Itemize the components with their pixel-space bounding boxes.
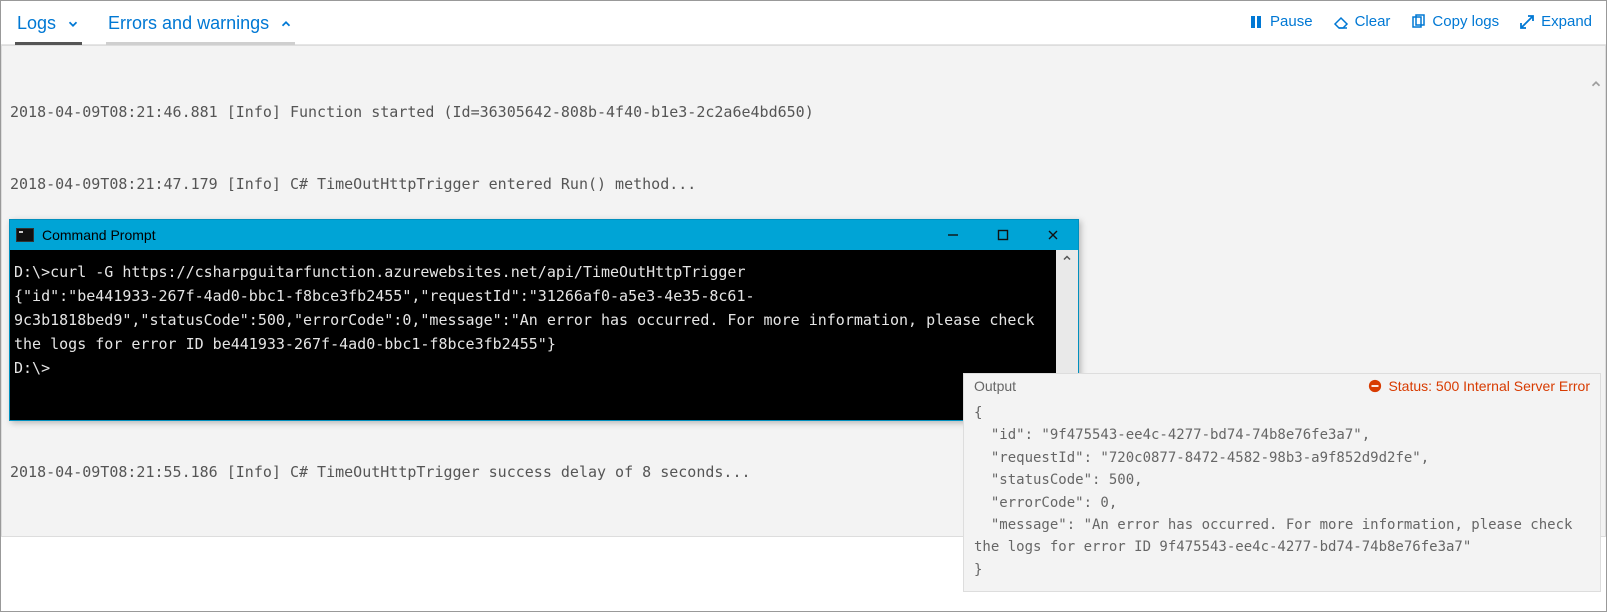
chevron-up-icon bbox=[279, 17, 293, 31]
copy-logs-button[interactable]: Copy logs bbox=[1410, 13, 1499, 30]
output-header: Output Status: 500 Internal Server Error bbox=[964, 374, 1600, 398]
command-prompt-title: Command Prompt bbox=[42, 227, 156, 243]
command-prompt-output[interactable]: D:\>curl -G https://csharpguitarfunction… bbox=[10, 250, 1056, 420]
clear-icon bbox=[1333, 14, 1349, 30]
tab-list: Logs Errors and warnings bbox=[15, 7, 295, 44]
tab-errors-warnings[interactable]: Errors and warnings bbox=[106, 7, 295, 44]
command-prompt-titlebar[interactable]: Command Prompt bbox=[10, 220, 1078, 250]
window-controls bbox=[928, 220, 1078, 250]
status-badge: Status: 500 Internal Server Error bbox=[1368, 378, 1590, 394]
output-body: { "id": "9f475543-ee4c-4277-bd74-74b8e76… bbox=[964, 398, 1600, 591]
status-text: Status: 500 Internal Server Error bbox=[1388, 378, 1590, 394]
output-label: Output bbox=[974, 378, 1016, 394]
tab-errors-label: Errors and warnings bbox=[108, 13, 269, 34]
expand-icon bbox=[1519, 14, 1535, 30]
pause-label: Pause bbox=[1270, 13, 1313, 30]
close-button[interactable] bbox=[1028, 220, 1078, 250]
titlebar-left: Command Prompt bbox=[16, 227, 156, 243]
minimize-button[interactable] bbox=[928, 220, 978, 250]
tab-bar: Logs Errors and warnings Pause Clear Cop… bbox=[1, 1, 1606, 45]
chevron-down-icon bbox=[66, 17, 80, 31]
command-prompt-window: Command Prompt D:\>curl -G https://cshar… bbox=[9, 219, 1079, 421]
command-prompt-body: D:\>curl -G https://csharpguitarfunction… bbox=[10, 250, 1078, 420]
error-icon bbox=[1368, 379, 1382, 393]
log-line: 2018-04-09T08:21:47.179 [Info] C# TimeOu… bbox=[10, 172, 1597, 196]
tab-logs-label: Logs bbox=[17, 13, 56, 34]
copy-icon bbox=[1410, 14, 1426, 30]
clear-label: Clear bbox=[1355, 13, 1391, 30]
log-actions: Pause Clear Copy logs Expand bbox=[1248, 13, 1592, 38]
command-prompt-icon bbox=[16, 228, 34, 242]
pause-button[interactable]: Pause bbox=[1248, 13, 1313, 30]
expand-button[interactable]: Expand bbox=[1519, 13, 1592, 30]
pause-icon bbox=[1248, 14, 1264, 30]
scroll-up-icon[interactable] bbox=[1553, 50, 1603, 122]
tab-logs[interactable]: Logs bbox=[15, 7, 82, 44]
clear-button[interactable]: Clear bbox=[1333, 13, 1391, 30]
output-panel: Output Status: 500 Internal Server Error… bbox=[963, 373, 1601, 592]
copy-label: Copy logs bbox=[1432, 13, 1499, 30]
maximize-button[interactable] bbox=[978, 220, 1028, 250]
log-line: 2018-04-09T08:21:46.881 [Info] Function … bbox=[10, 100, 1597, 124]
expand-label: Expand bbox=[1541, 13, 1592, 30]
